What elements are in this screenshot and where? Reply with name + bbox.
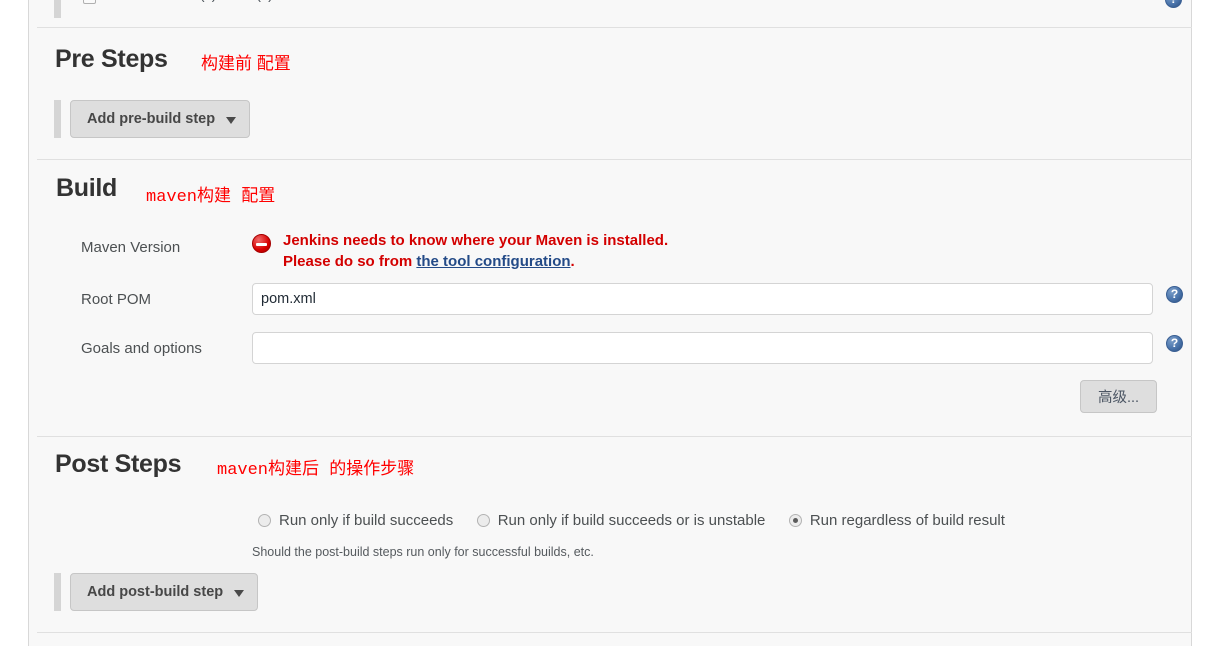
error-no-entry-icon <box>252 234 271 253</box>
build-annotation: maven构建 配置 <box>146 188 276 207</box>
pre-steps-accent-bar <box>54 100 61 138</box>
maven-version-label: Maven Version <box>81 239 181 256</box>
radio-label: Run only if build succeeds or is unstabl… <box>497 512 766 530</box>
chevron-down-icon <box>226 116 237 124</box>
root-pom-help-icon[interactable]: ? <box>1166 286 1183 303</box>
radio-indicator <box>258 514 271 528</box>
advanced-button[interactable]: 高级... <box>1080 380 1158 413</box>
post-build-trigger-radio-group: Run only if build succeeds Run only if b… <box>258 512 1024 530</box>
pre-steps-annotation: 构建前 配置 <box>201 54 291 73</box>
secret-bindings-help-icon[interactable]: ? <box>1165 0 1182 8</box>
radio-run-regardless[interactable]: Run regardless of build result <box>788 512 1005 530</box>
radio-indicator <box>788 514 802 528</box>
root-pom-label: Root POM <box>81 291 152 308</box>
radio-run-if-succeeds-or-unstable[interactable]: Run only if build succeeds or is unstabl… <box>476 512 766 530</box>
post-build-trigger-note: Should the post-build steps run only for… <box>252 545 594 559</box>
maven-error-line1: Jenkins needs to know where your Maven i… <box>283 232 669 249</box>
divider-above-build <box>37 159 1192 160</box>
add-pre-build-step-button[interactable]: Add pre-build step <box>70 100 251 138</box>
jenkins-job-config-page: Use secret text(s) or file(s) ? Pre Step… <box>0 0 1224 646</box>
divider-above-post-steps <box>37 436 1192 437</box>
secret-bindings-row-cutoff: Use secret text(s) or file(s) ? <box>29 0 1193 20</box>
post-steps-accent-bar <box>54 573 61 611</box>
use-secret-text-checkbox[interactable] <box>83 0 96 4</box>
maven-version-error-text: Jenkins needs to know where your Maven i… <box>283 230 668 272</box>
goals-and-options-help-icon[interactable]: ? <box>1166 335 1183 352</box>
goals-and-options-label: Goals and options <box>81 340 202 357</box>
use-secret-text-label: Use secret text(s) or file(s) <box>103 0 273 3</box>
add-post-build-step-label: Add post-build step <box>87 584 224 600</box>
goals-and-options-input[interactable] <box>252 332 1153 364</box>
root-pom-input[interactable] <box>252 283 1153 315</box>
config-panel: Use secret text(s) or file(s) ? Pre Step… <box>28 0 1192 646</box>
tool-configuration-link[interactable]: the tool configuration <box>416 253 570 270</box>
post-steps-heading: Post Steps <box>55 450 182 478</box>
radio-label: Run regardless of build result <box>809 512 1005 530</box>
divider-bottom <box>37 632 1192 633</box>
section-accent-bar <box>54 0 61 18</box>
divider-above-pre-steps <box>37 27 1192 28</box>
build-heading: Build <box>56 174 117 202</box>
post-steps-annotation: maven构建后 的操作步骤 <box>217 461 415 480</box>
maven-error-line2-suffix: . <box>570 253 575 270</box>
maven-error-line2-prefix: Please do so from <box>283 253 417 270</box>
pre-steps-heading: Pre Steps <box>55 45 168 73</box>
add-pre-build-step-label: Add pre-build step <box>87 111 216 127</box>
radio-label: Run only if build succeeds <box>279 512 454 530</box>
chevron-down-icon <box>234 589 245 597</box>
add-post-build-step-button[interactable]: Add post-build step <box>70 573 259 611</box>
radio-indicator <box>476 514 490 528</box>
radio-run-if-succeeds[interactable]: Run only if build succeeds <box>258 512 453 529</box>
